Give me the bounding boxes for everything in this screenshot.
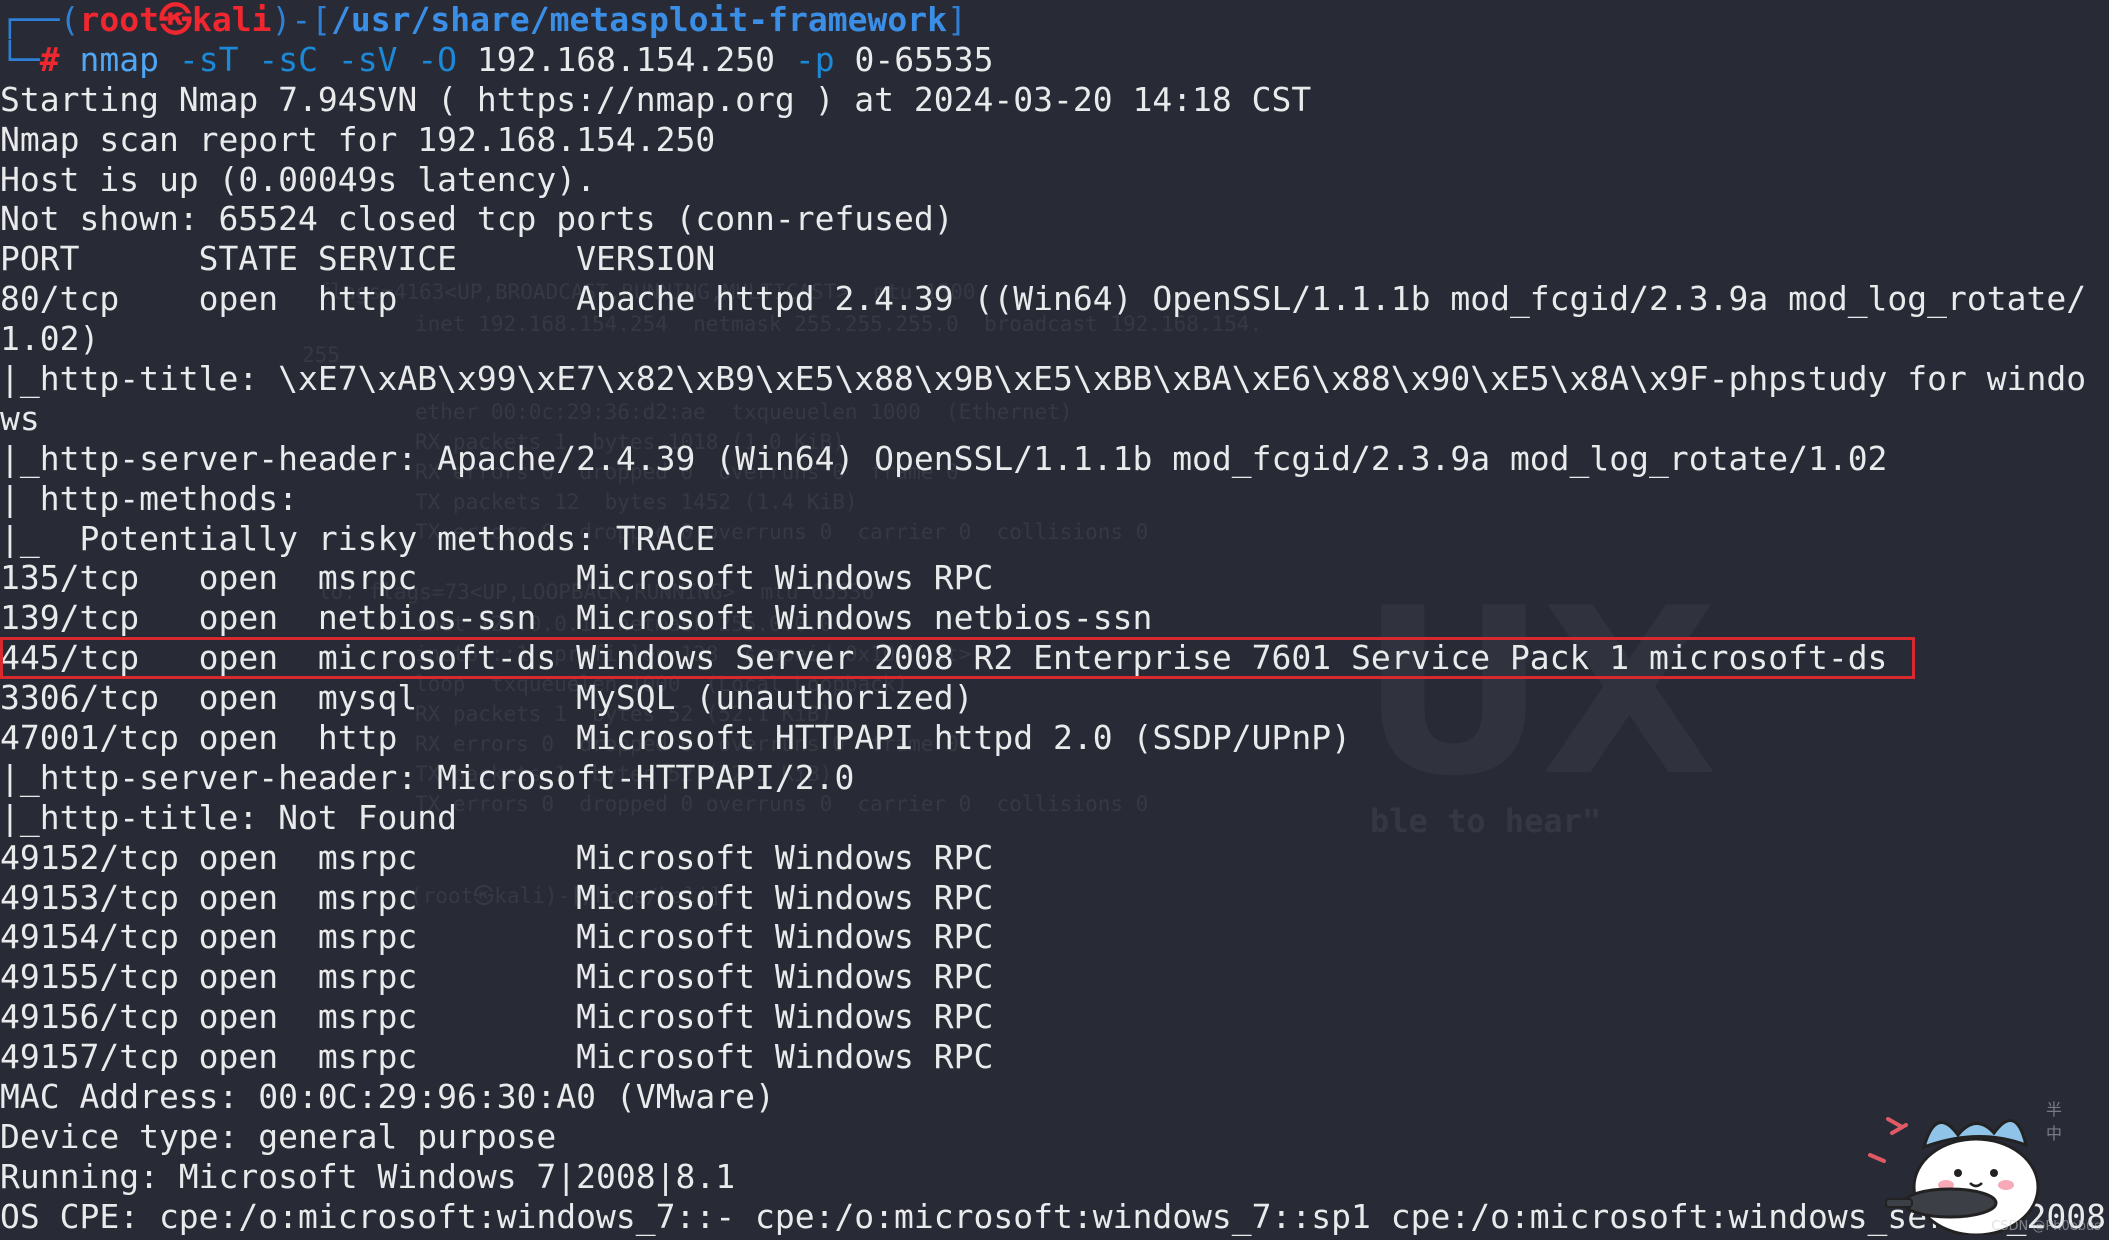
script-output-line: |_http-server-header: Microsoft-HTTPAPI/… <box>0 757 855 797</box>
prompt-user: root <box>79 0 159 39</box>
port-row: 49154/tcp open msrpc Microsoft Windows R… <box>0 917 994 957</box>
prompt-close: ] <box>946 0 967 39</box>
command-line: └─# nmap -sT -sC -sV -O 192.168.154.250 … <box>0 40 2106 80</box>
prompt-path: /usr/share/metasploit-framework <box>331 0 947 39</box>
command-target: 192.168.154.250 <box>476 39 775 79</box>
prompt-open: ┌──( <box>0 0 80 39</box>
script-output-line: |_http-title: Not Found <box>0 797 457 837</box>
command-port-range: 0-65535 <box>854 39 994 79</box>
command-flag: -O <box>417 39 458 79</box>
script-output-line: | http-methods: <box>0 478 318 518</box>
watermark: CSDN @Ph0ebus <box>1991 1219 2101 1234</box>
output-line: OS CPE: cpe:/o:microsoft:windows_7::- cp… <box>0 1196 2106 1236</box>
svg-text:中: 中 <box>2046 1124 2062 1143</box>
prompt-line: ┌──(root㉿kali)-[/usr/share/metasploit-fr… <box>0 0 2106 40</box>
port-table-header: PORT STATE SERVICE VERSION <box>0 239 716 279</box>
command-flag: -sV <box>337 39 398 79</box>
output-line: Device type: general purpose <box>0 1116 557 1156</box>
command-program: nmap <box>79 39 159 79</box>
port-row: 49156/tcp open msrpc Microsoft Windows R… <box>0 997 994 1037</box>
script-output-line: |_http-server-header: Apache/2.4.39 (Win… <box>0 438 1888 478</box>
prompt-second-prefix: └─ <box>0 39 40 79</box>
script-output-line: |_http-title: \xE7\xAB\x99\xE7\x82\xB9\x… <box>0 359 2087 399</box>
prompt-at-symbol: ㉿ <box>158 0 192 39</box>
output-line: Host is up (0.00049s latency). <box>0 159 597 199</box>
port-row: 49152/tcp open msrpc Microsoft Windows R… <box>0 837 994 877</box>
output-line: Running: Microsoft Windows 7|2008|8.1 <box>0 1156 736 1196</box>
port-row: 135/tcp open msrpc Microsoft Windows RPC <box>0 558 994 598</box>
port-row: 49155/tcp open msrpc Microsoft Windows R… <box>0 957 994 997</box>
svg-text:半: 半 <box>2046 1100 2062 1119</box>
cat-mascot-sticker: 半 中 <box>1868 1100 2062 1235</box>
output-line: 1.02) <box>0 319 100 359</box>
command-flag: -sT <box>178 39 239 79</box>
script-output-line: |_ Potentially risky methods: TRACE <box>0 518 716 558</box>
output-line: ws <box>0 398 40 438</box>
port-row: 47001/tcp open http Microsoft HTTPAPI ht… <box>0 718 1352 758</box>
port-row: 139/tcp open netbios-ssn Microsoft Windo… <box>0 598 1153 638</box>
port-row: 80/tcp open http Apache httpd 2.4.39 ((W… <box>0 279 2087 319</box>
command-flag: -p <box>794 39 835 79</box>
terminal-output: ┌──(root㉿kali)-[/usr/share/metasploit-fr… <box>0 0 2106 1237</box>
output-line: Starting Nmap 7.94SVN ( https://nmap.org… <box>0 79 1312 119</box>
output-line: Nmap scan report for 192.168.154.250 <box>0 119 716 159</box>
port-row: 3306/tcp open mysql MySQL (unauthorized) <box>0 678 974 718</box>
output-line: Not shown: 65524 closed tcp ports (conn-… <box>0 199 954 239</box>
port-row: 49157/tcp open msrpc Microsoft Windows R… <box>0 1037 994 1077</box>
terminal-window[interactable]: flags=4163<UP,BROADCAST,RUNNING,MULTICAS… <box>0 0 2109 1240</box>
port-row: 49153/tcp open msrpc Microsoft Windows R… <box>0 877 994 917</box>
command-flag: -sC <box>258 39 318 79</box>
prompt-mid: )-[ <box>271 0 332 39</box>
highlight-box <box>0 637 1915 679</box>
output-line: MAC Address: 00:0C:29:96:30:A0 (VMware) <box>0 1077 775 1117</box>
prompt-host: kali <box>191 0 272 39</box>
prompt-hash: # <box>39 39 60 79</box>
